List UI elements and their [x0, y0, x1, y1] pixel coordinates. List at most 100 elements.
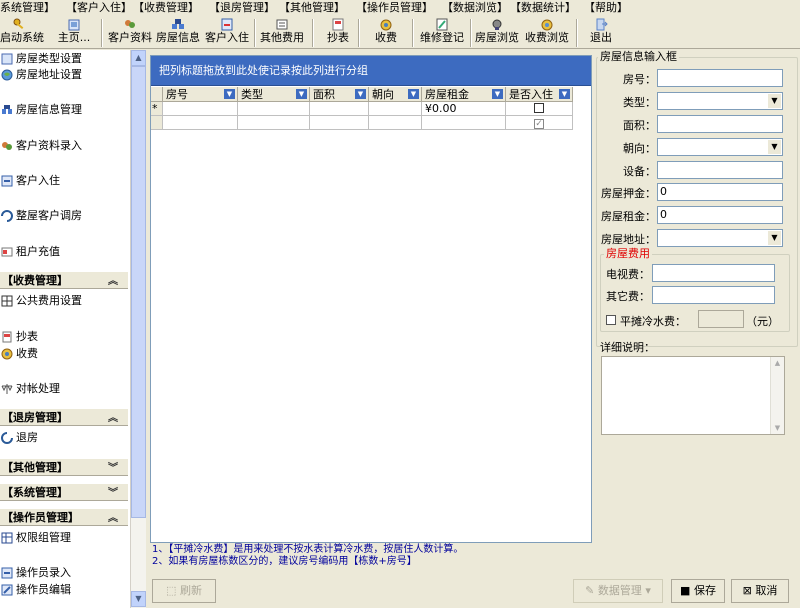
dropdown-arrow-icon[interactable]: ▼ — [224, 89, 235, 99]
sidebar-header-checkout[interactable]: 【退房管理】 ︽ — [0, 408, 128, 426]
column-header-type[interactable]: 类型 ▼ — [238, 87, 310, 102]
orientation-select[interactable]: ▼ — [657, 138, 783, 156]
address-select[interactable]: ▼ — [657, 229, 783, 247]
chevron-down-icon[interactable]: ▼ — [767, 140, 781, 154]
menu-help[interactable]: 【帮助】 — [584, 0, 644, 16]
chevron-up-icon: ︽ — [108, 276, 118, 287]
save-button[interactable]: ■ 保存 — [671, 579, 725, 603]
cell-type[interactable] — [238, 116, 310, 130]
detail-scrollbar[interactable]: ▲ ▼ — [770, 357, 784, 434]
scroll-up-icon[interactable]: ▲ — [771, 357, 784, 369]
other-fee-button[interactable]: 其他费用 — [258, 18, 306, 48]
sidebar-item-reconcile[interactable]: 对帐处理 — [0, 381, 128, 397]
menu-charge[interactable]: 【收费管理】 — [133, 0, 209, 16]
sidebar-scrollbar[interactable]: ▲ ▼ — [130, 50, 146, 608]
cancel-button[interactable]: ⊠ 取消 — [731, 579, 789, 603]
rent-input[interactable]: 0 — [657, 206, 783, 224]
menu-checkout[interactable]: 【退房管理】 — [209, 0, 279, 16]
sidebar-item-house-address[interactable]: 房屋地址设置 — [0, 67, 128, 83]
scroll-thumb[interactable] — [131, 66, 146, 518]
sidebar-item-house-info[interactable]: 房屋信息管理 — [0, 102, 128, 118]
repair-icon — [436, 18, 448, 31]
column-header-area[interactable]: 面积 ▼ — [310, 87, 369, 102]
sidebar-item-operator-edit[interactable]: 操作员编辑 — [0, 582, 128, 598]
sidebar-item-recharge[interactable]: 租户充值 — [0, 244, 128, 260]
client-data-button[interactable]: 客户资料 — [107, 18, 153, 48]
cell-room-no[interactable] — [163, 102, 238, 116]
cell-orientation[interactable] — [369, 102, 422, 116]
chevron-down-icon[interactable]: ▼ — [767, 231, 781, 245]
refresh-button[interactable]: ⬚ 刷新 — [152, 579, 216, 603]
dropdown-arrow-icon[interactable]: ▼ — [492, 89, 503, 99]
cell-area[interactable] — [310, 102, 369, 116]
home-button[interactable]: 主页... — [50, 18, 98, 48]
cell-type[interactable] — [238, 102, 310, 116]
menu-browse[interactable]: 【数据浏览】 — [442, 0, 510, 16]
tv-fee-input[interactable] — [652, 264, 775, 282]
sidebar-item-transfer[interactable]: 整屋客户调房 — [0, 208, 128, 224]
sidebar-item-client-data[interactable]: 客户资料录入 — [0, 138, 128, 154]
meter-button[interactable]: 抄表 — [320, 18, 356, 48]
sidebar-item-operator-add[interactable]: 操作员录入 — [0, 565, 128, 581]
start-system-button[interactable]: 启动系统 — [0, 18, 44, 48]
water-fee-checkbox[interactable] — [606, 315, 616, 325]
other-fee-input[interactable] — [652, 286, 775, 304]
cell-rent[interactable] — [422, 116, 506, 130]
occupied-checkbox-checked[interactable]: ✓ — [534, 119, 544, 129]
menu-checkin[interactable]: 【客户入住】 — [66, 0, 133, 16]
column-header-room-no[interactable]: 房号 ▼ — [163, 87, 238, 102]
menu-system[interactable]: 系统管理】 — [0, 0, 66, 16]
group-by-area[interactable]: 把列标题拖放到此处使记录按此列进行分组 — [151, 56, 591, 86]
menu-other[interactable]: 【其他管理】 — [279, 0, 356, 16]
dropdown-arrow-icon[interactable]: ▼ — [296, 89, 307, 99]
deposit-input[interactable]: 0 — [657, 183, 783, 201]
dropdown-arrow-icon[interactable]: ▼ — [408, 89, 419, 99]
sidebar-item-public-fee[interactable]: 公共费用设置 — [0, 293, 128, 309]
sidebar-item-charge[interactable]: 收费 — [0, 346, 128, 362]
exit-button[interactable]: 退出 — [586, 18, 616, 48]
data-management-button[interactable]: ✎ 数据管理 ▾ — [573, 579, 663, 603]
type-select[interactable]: ▼ — [657, 92, 783, 110]
repair-register-button[interactable]: 维修登记 — [418, 18, 466, 48]
sidebar-item-checkin[interactable]: 客户入住 — [0, 173, 128, 189]
column-header-orientation[interactable]: 朝向 ▼ — [369, 87, 422, 102]
menu-operator[interactable]: 【操作员管理】 — [356, 0, 442, 16]
bottom-bar: ⬚ 刷新 ✎ 数据管理 ▾ ■ 保存 ⊠ 取消 — [146, 576, 800, 608]
dropdown-arrow-icon[interactable]: ▼ — [355, 89, 366, 99]
cell-orientation[interactable] — [369, 116, 422, 130]
cell-occupied[interactable]: ✓ — [506, 116, 573, 130]
sidebar-header-charge[interactable]: 【收费管理】 ︽ — [0, 271, 128, 289]
scroll-down-button[interactable]: ▼ — [131, 591, 146, 607]
chevron-down-icon[interactable]: ▼ — [767, 94, 781, 108]
charge-button[interactable]: 收费 — [366, 18, 406, 48]
charge-browse-button[interactable]: 收费浏览 — [523, 18, 571, 48]
sidebar-item-permission[interactable]: 权限组管理 — [0, 530, 128, 546]
field-address: 房屋地址： ▼ — [596, 229, 800, 247]
sidebar-header-operator[interactable]: 【操作员管理】 ︽ — [0, 508, 128, 526]
room-no-input[interactable] — [657, 69, 783, 87]
sidebar-header-other[interactable]: 【其他管理】 ︾ — [0, 458, 128, 476]
sidebar-item-checkout[interactable]: 退房 — [0, 430, 128, 446]
cell-room-no[interactable] — [163, 116, 238, 130]
cell-area[interactable] — [310, 116, 369, 130]
cell-rent[interactable]: ¥0.00 — [422, 102, 506, 116]
water-fee-input[interactable] — [698, 310, 744, 328]
area-input[interactable] — [657, 115, 783, 133]
scroll-up-button[interactable]: ▲ — [131, 50, 146, 66]
house-browse-button[interactable]: 房屋浏览 — [473, 18, 521, 48]
menu-statistics[interactable]: 【数据统计】 — [510, 0, 584, 16]
cell-occupied[interactable] — [506, 102, 573, 116]
checkin-button[interactable]: 客户入住 — [203, 18, 251, 48]
sidebar-item-house-type[interactable]: 房屋类型设置 — [0, 51, 128, 67]
detail-textarea[interactable]: ▲ ▼ — [601, 356, 785, 435]
scroll-down-icon[interactable]: ▼ — [771, 422, 784, 434]
house-info-button[interactable]: 房屋信息 — [155, 18, 201, 48]
field-deposit: 房屋押金： 0 — [596, 183, 800, 201]
equipment-input[interactable] — [657, 161, 783, 179]
occupied-checkbox[interactable] — [534, 103, 544, 113]
sidebar-header-system[interactable]: 【系统管理】 ︾ — [0, 483, 128, 501]
column-header-rent[interactable]: 房屋租金 ▼ — [422, 87, 506, 102]
dropdown-arrow-icon[interactable]: ▼ — [559, 89, 570, 99]
sidebar-item-meter[interactable]: 抄表 — [0, 329, 128, 345]
column-header-occupied[interactable]: 是否入住 ▼ — [506, 87, 573, 102]
